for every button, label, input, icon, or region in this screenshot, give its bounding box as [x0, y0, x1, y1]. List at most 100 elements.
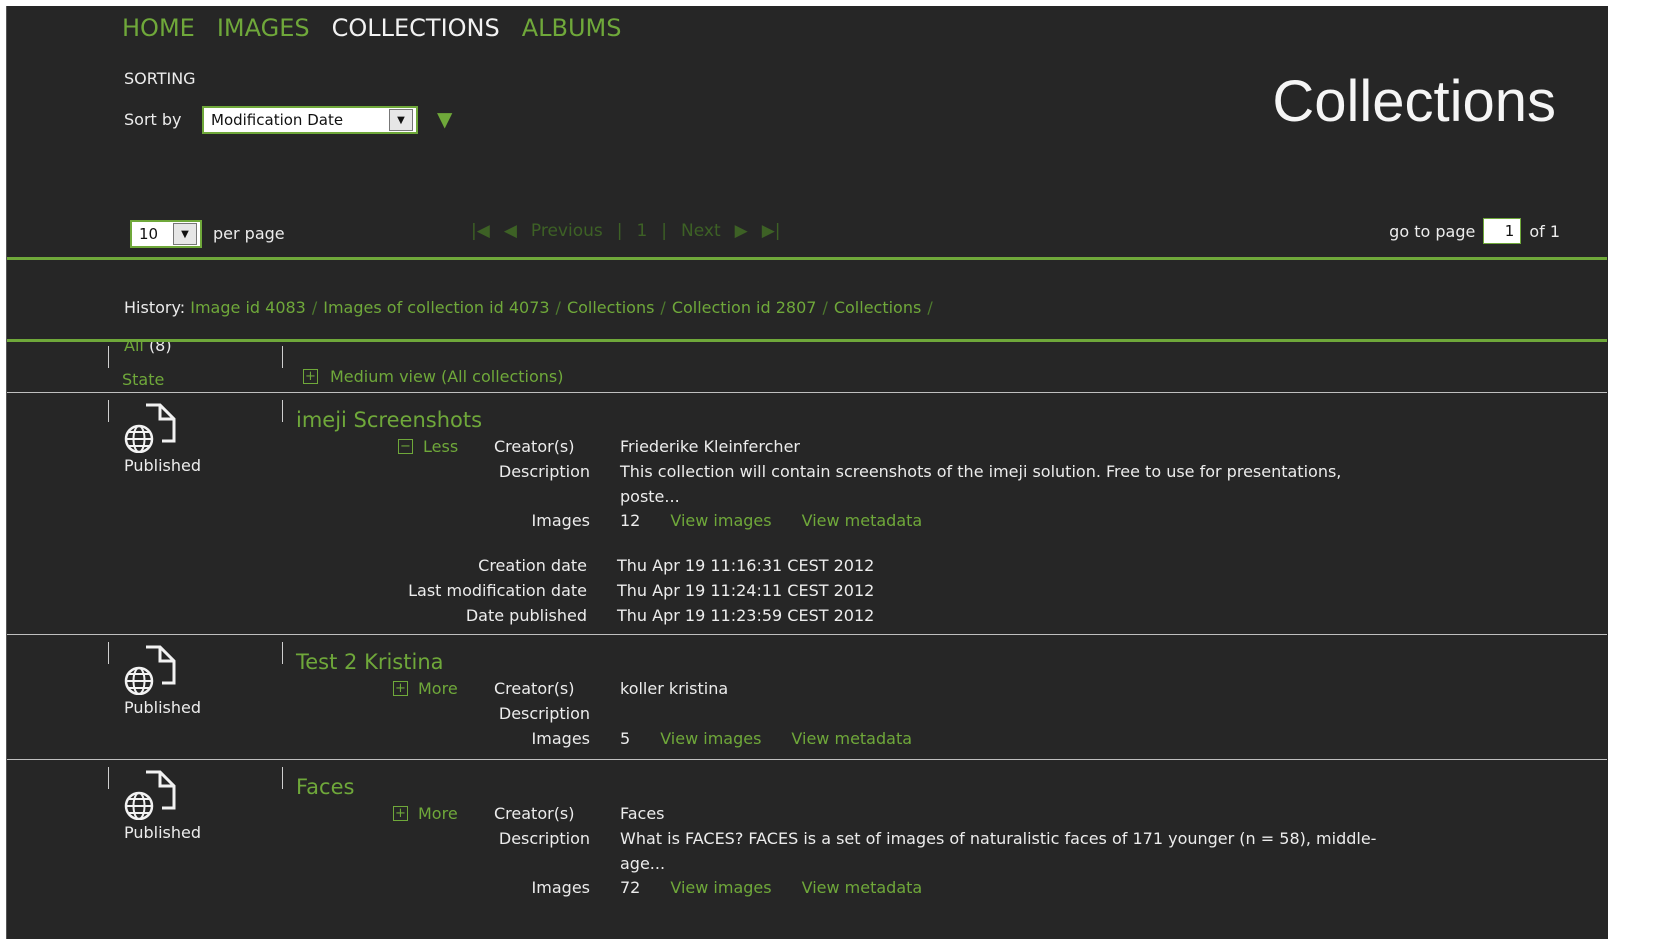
- state-label: Published: [124, 456, 202, 475]
- chevron-down-icon[interactable]: ▼: [389, 109, 413, 131]
- less-toggle[interactable]: − Less: [398, 437, 458, 456]
- nav-home[interactable]: HOME: [122, 14, 195, 42]
- next-arrow-icon[interactable]: ▶: [735, 221, 748, 241]
- divider: [7, 339, 1607, 342]
- description-label: Description: [498, 829, 590, 848]
- column-tick: [282, 767, 283, 789]
- collection-title[interactable]: imeji Screenshots: [296, 408, 482, 432]
- column-tick: [108, 346, 109, 368]
- creators-value: Friederike Kleinfercher: [620, 437, 800, 456]
- images-count: 5: [620, 729, 631, 748]
- column-tick: [108, 642, 109, 664]
- page-title: Collections: [1272, 69, 1556, 134]
- next-link[interactable]: Next: [681, 221, 721, 241]
- page-count-label: of 1: [1529, 221, 1560, 241]
- description-value-cont: poste...: [620, 487, 680, 506]
- medium-view-label: Medium view (All collections): [330, 367, 564, 386]
- column-tick: [282, 346, 283, 368]
- creation-date-label: Creation date: [478, 556, 587, 575]
- last-page-icon[interactable]: ▶|: [762, 221, 781, 241]
- prev-arrow-icon[interactable]: ◀: [504, 221, 517, 241]
- images-links: 5 View images View metadata: [620, 729, 942, 748]
- goto-page-input[interactable]: 1: [1483, 218, 1522, 244]
- app-frame: HOME IMAGES COLLECTIONS ALBUMS SORTING Sort…: [6, 6, 1608, 939]
- nav-albums[interactable]: ALBUMS: [522, 14, 622, 42]
- last-modification-date-label: Last modification date: [408, 581, 587, 600]
- minus-icon: −: [398, 439, 413, 454]
- goto-label: go to page: [1389, 221, 1476, 241]
- sorting-title: SORTING: [124, 69, 196, 88]
- pager-divider: |: [616, 221, 623, 241]
- pager-divider: |: [661, 221, 668, 241]
- history-item[interactable]: Collection id 2807: [672, 298, 817, 317]
- view-images-link[interactable]: View images: [670, 878, 771, 897]
- images-count: 72: [620, 878, 641, 897]
- column-tick: [108, 767, 109, 789]
- nav-collections[interactable]: COLLECTIONS: [332, 14, 500, 42]
- sort-by-value: Modification Date: [211, 111, 344, 129]
- nav-images[interactable]: IMAGES: [217, 14, 310, 42]
- plus-icon: +: [393, 681, 408, 696]
- images-links: 12 View images View metadata: [620, 511, 952, 530]
- current-page: 1: [636, 221, 648, 241]
- creators-label: Creator(s): [494, 437, 575, 456]
- description-value-cont: age...: [620, 854, 666, 873]
- description-value: What is FACES? FACES is a set of images …: [620, 829, 1377, 848]
- view-images-link[interactable]: View images: [660, 729, 761, 748]
- history-item[interactable]: Collections: [834, 298, 921, 317]
- published-globe-icon: [124, 770, 182, 820]
- creators-value: Faces: [620, 804, 665, 823]
- history-item[interactable]: Image id 4083: [190, 298, 306, 317]
- history-label: History:: [124, 298, 186, 317]
- per-page-select[interactable]: 10 ▼: [130, 220, 202, 248]
- images-links: 72 View images View metadata: [620, 878, 952, 897]
- sort-by-label: Sort by: [124, 110, 182, 129]
- plus-icon: +: [393, 806, 408, 821]
- view-metadata-link[interactable]: View metadata: [802, 878, 923, 897]
- sort-by-select[interactable]: Modification Date ▼: [202, 106, 418, 134]
- top-navigation: HOME IMAGES COLLECTIONS ALBUMS: [122, 14, 644, 42]
- view-metadata-link[interactable]: View metadata: [802, 511, 923, 530]
- chevron-down-icon[interactable]: ▼: [173, 223, 197, 245]
- more-label: More: [418, 679, 458, 698]
- view-images-link[interactable]: View images: [670, 511, 771, 530]
- images-label: Images: [531, 878, 590, 897]
- history-item[interactable]: Collections: [567, 298, 654, 317]
- column-tick: [282, 400, 283, 422]
- less-label: Less: [423, 437, 459, 456]
- date-published-label: Date published: [465, 606, 587, 625]
- creators-value: koller kristina: [620, 679, 729, 698]
- history-breadcrumb: History: Image id 4083/Images of collect…: [124, 298, 933, 355]
- description-value: This collection will contain screenshots…: [620, 462, 1342, 481]
- creators-label: Creator(s): [494, 679, 575, 698]
- collection-title[interactable]: Test 2 Kristina: [296, 650, 444, 674]
- creation-date-value: Thu Apr 19 11:16:31 CEST 2012: [617, 556, 875, 575]
- state-cell: Published: [124, 645, 224, 717]
- creators-label: Creator(s): [494, 804, 575, 823]
- divider: [7, 257, 1607, 260]
- collection-row: Published Faces + More Creator(s) Faces …: [7, 760, 1607, 939]
- per-page-value: 10: [139, 225, 159, 243]
- published-globe-icon: [124, 403, 182, 453]
- state-column-header[interactable]: State: [122, 370, 164, 389]
- per-page-label: per page: [213, 224, 285, 243]
- first-page-icon[interactable]: |◀: [471, 221, 490, 241]
- state-label: Published: [124, 698, 202, 717]
- collection-row: Published Test 2 Kristina + More Creator…: [7, 635, 1607, 760]
- last-modification-date-value: Thu Apr 19 11:24:11 CEST 2012: [617, 581, 875, 600]
- history-item[interactable]: Images of collection id 4073: [323, 298, 549, 317]
- images-label: Images: [531, 729, 590, 748]
- description-label: Description: [498, 462, 590, 481]
- previous-link[interactable]: Previous: [531, 221, 603, 241]
- published-globe-icon: [124, 645, 182, 695]
- more-label: More: [418, 804, 458, 823]
- images-label: Images: [531, 511, 590, 530]
- more-toggle[interactable]: + More: [393, 804, 458, 823]
- collection-title[interactable]: Faces: [296, 775, 354, 799]
- sort-order-arrow-icon[interactable]: ▼: [437, 107, 452, 131]
- state-label: Published: [124, 823, 202, 842]
- medium-view-toggle[interactable]: + Medium view (All collections): [303, 367, 564, 386]
- more-toggle[interactable]: + More: [393, 679, 458, 698]
- view-metadata-link[interactable]: View metadata: [791, 729, 912, 748]
- plus-icon: +: [303, 369, 318, 384]
